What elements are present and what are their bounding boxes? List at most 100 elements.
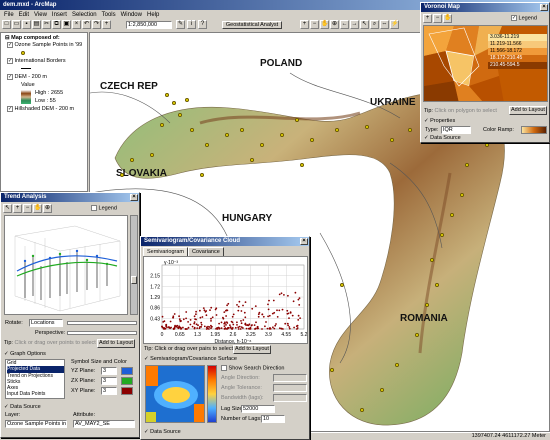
semivariogram-point[interactable] [288, 317, 290, 319]
semivariogram-point[interactable] [234, 326, 237, 329]
semivariogram-point[interactable] [187, 326, 190, 329]
find-icon[interactable]: ⌕ [370, 20, 379, 29]
semivariogram-point[interactable] [297, 314, 300, 317]
semivariogram-point[interactable] [251, 307, 254, 310]
trend-attribute-select[interactable]: AV_MAY2_SE [73, 420, 135, 428]
voronoi-close-button[interactable]: × [540, 4, 548, 11]
semivariogram-point[interactable] [223, 328, 226, 330]
ozone-sample-point[interactable] [435, 283, 439, 287]
semivariogram-point[interactable] [174, 324, 176, 327]
plane-size-input[interactable]: 3 [101, 377, 117, 385]
semivariogram-point[interactable] [271, 312, 274, 315]
semivariogram-point[interactable] [264, 325, 266, 328]
ozone-sample-point[interactable] [250, 158, 254, 162]
pan-icon[interactable]: ✋ [320, 20, 329, 29]
semivariogram-point[interactable] [229, 326, 232, 328]
measure-icon[interactable]: ⇔ [380, 20, 389, 29]
semivariogram-point[interactable] [196, 327, 199, 329]
trend-rotate-select[interactable]: Locations [29, 319, 63, 327]
ozone-sample-point[interactable] [460, 193, 464, 197]
semivariogram-point[interactable] [240, 322, 243, 325]
semivariogram-point[interactable] [236, 324, 238, 326]
trend-graph-options-header[interactable]: ✓ Graph Options [4, 351, 46, 357]
semivariogram-point[interactable] [199, 309, 201, 312]
semivariogram-point[interactable] [161, 315, 164, 318]
ozone-sample-point[interactable] [395, 363, 399, 367]
semivariogram-point[interactable] [169, 320, 172, 323]
semivariogram-point[interactable] [248, 323, 251, 326]
ozone-sample-point[interactable] [440, 233, 444, 237]
semivariogram-point[interactable] [205, 326, 208, 329]
semivariogram-point[interactable] [172, 327, 175, 330]
semi-add-to-layout-button[interactable]: Add to Layout [233, 345, 271, 354]
help-icon[interactable]: ? [198, 20, 207, 29]
select-icon[interactable]: ↖ [360, 20, 369, 29]
menu-help[interactable]: Help [147, 10, 159, 20]
editor-icon[interactable]: ✎ [176, 20, 185, 29]
semivariogram-point[interactable] [161, 325, 163, 328]
semivariogram-point[interactable] [200, 323, 203, 326]
trend-full-extent-icon[interactable]: ⊕ [43, 204, 52, 213]
semivariogram-point[interactable] [295, 325, 298, 328]
semivariogram-point[interactable] [266, 327, 269, 330]
menu-file[interactable]: File [4, 10, 14, 20]
semivariogram-point[interactable] [269, 327, 271, 329]
semivariogram-point[interactable] [298, 304, 301, 306]
semivariogram-point[interactable] [243, 311, 246, 314]
semivariogram-point[interactable] [210, 324, 212, 327]
tab-covariance[interactable]: Covariance [187, 247, 224, 256]
angle-tolerance-input[interactable] [273, 384, 307, 392]
trend-zoom-in-icon[interactable]: + [13, 204, 22, 213]
ozone-sample-point[interactable] [172, 101, 176, 105]
semivariogram-point[interactable] [195, 318, 197, 321]
toc-layer-ozone[interactable]: ✓ Ozone Sample Points in '99 [7, 41, 87, 49]
voronoi-color-ramp-select[interactable] [521, 126, 547, 134]
lags-input[interactable]: 10 [261, 415, 285, 423]
menu-tools[interactable]: Tools [102, 10, 116, 20]
semivariogram-point[interactable] [280, 292, 283, 295]
trend-legend-checkbox[interactable] [91, 205, 97, 211]
semivariogram-point[interactable] [201, 316, 204, 318]
semivariogram-point[interactable] [189, 323, 192, 326]
trend-perspective-slider[interactable] [67, 331, 137, 335]
semivariogram-point[interactable] [293, 326, 295, 329]
semivariogram-point[interactable] [262, 315, 265, 318]
semi-chart[interactable]: 0.43 0.86 1.29 1.72 2.15 0 0.65 1.3 1.95 2.6 3.25 3… [143, 256, 308, 345]
ozone-sample-point[interactable] [260, 143, 264, 147]
ozone-sample-point[interactable] [190, 128, 194, 132]
semivariogram-point[interactable] [273, 327, 276, 330]
semivariogram-point[interactable] [214, 308, 217, 311]
semivariogram-point[interactable] [197, 324, 199, 327]
semivariogram-point[interactable] [193, 322, 196, 325]
semivariogram-point[interactable] [283, 294, 285, 296]
semivariogram-point[interactable] [278, 293, 281, 296]
semivariogram-point[interactable] [245, 327, 248, 330]
semivariogram-point[interactable] [268, 314, 271, 317]
semivariogram-point[interactable] [195, 310, 197, 313]
ozone-sample-point[interactable] [280, 133, 284, 137]
semivariogram-point[interactable] [231, 321, 234, 324]
trend-graph-options-list[interactable]: Grid Projected Data Trend on Projections St… [5, 359, 65, 399]
zoom-out-icon[interactable]: − [310, 20, 319, 29]
semivariogram-point[interactable] [256, 325, 259, 328]
semivariogram-point[interactable] [237, 328, 240, 330]
semivariogram-point[interactable] [272, 299, 275, 302]
semivariogram-point[interactable] [230, 328, 233, 330]
semivariogram-point[interactable] [205, 310, 208, 312]
semivariogram-point[interactable] [257, 313, 260, 316]
undo-icon[interactable]: ↶ [82, 20, 91, 29]
bandwidth-input[interactable] [273, 394, 307, 402]
semivariogram-point[interactable] [187, 321, 189, 323]
semivariogram-point[interactable] [268, 299, 270, 302]
voronoi-legend-checkbox[interactable]: ✓ [511, 15, 517, 21]
semivariogram-point[interactable] [249, 326, 252, 329]
menu-window[interactable]: Window [121, 10, 142, 20]
zoom-in-icon[interactable]: + [300, 20, 309, 29]
trend-datasource-header[interactable]: ✓ Data Source [4, 404, 41, 410]
semivariogram-point[interactable] [288, 327, 291, 330]
voronoi-datasource-header[interactable]: ✓ Data Source [424, 135, 461, 141]
plane-color-picker[interactable] [121, 377, 133, 385]
semivariogram-point[interactable] [203, 309, 206, 312]
full-extent-icon[interactable]: ⊕ [330, 20, 339, 29]
semivariogram-point[interactable] [240, 310, 243, 312]
